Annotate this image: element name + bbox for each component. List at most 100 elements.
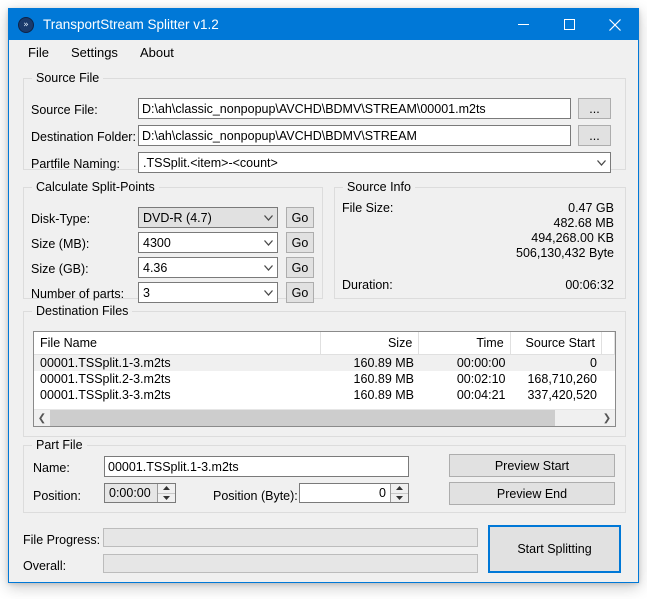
- size-mb-go-button[interactable]: Go: [286, 232, 314, 253]
- cell-file-name: 00001.TSSplit.3-3.m2ts: [40, 388, 171, 402]
- number-of-parts-value: 3: [143, 285, 150, 300]
- overall-progress-bar: [103, 554, 478, 573]
- table-row[interactable]: 00001.TSSplit.2-3.m2ts 160.89 MB 00:02:1…: [34, 371, 615, 387]
- cell-size: 160.89 MB: [353, 356, 415, 370]
- menu-item-file[interactable]: File: [17, 42, 60, 63]
- disk-type-combo[interactable]: DVD-R (4.7): [138, 207, 278, 228]
- scrollbar-thumb[interactable]: [50, 410, 556, 426]
- part-position-stepper[interactable]: 0:00:00: [104, 483, 176, 503]
- cell-file-name: 00001.TSSplit.2-3.m2ts: [40, 372, 171, 386]
- table-row[interactable]: 00001.TSSplit.1-3.m2ts 160.89 MB 00:00:0…: [34, 355, 615, 371]
- destination-folder-input[interactable]: D:\ah\classic_nonpopup\AVCHD\BDMV\STREAM: [138, 125, 571, 146]
- preview-start-button[interactable]: Preview Start: [449, 454, 615, 477]
- source-file-group-legend: Source File: [32, 71, 104, 85]
- cell-source-start: 0: [590, 356, 597, 370]
- file-size-value-kb: 494,268.00 KB: [531, 231, 614, 245]
- listview-horizontal-scrollbar[interactable]: ❮ ❯: [34, 409, 615, 426]
- column-header-file-name[interactable]: File Name: [34, 332, 322, 354]
- file-size-value-gb: 0.47 GB: [568, 201, 614, 215]
- destination-files-group-legend: Destination Files: [32, 304, 133, 318]
- number-of-parts-combo[interactable]: 3: [138, 282, 278, 303]
- cell-source-start: 168,710,260: [527, 372, 597, 386]
- cell-file-name: 00001.TSSplit.1-3.m2ts: [40, 356, 171, 370]
- column-header-time[interactable]: Time: [419, 332, 511, 354]
- disk-type-go-button[interactable]: Go: [286, 207, 314, 228]
- chevron-down-icon: [260, 239, 277, 246]
- client-area: Source File Source File: D:\ah\classic_n…: [9, 65, 638, 582]
- source-info-group-legend: Source Info: [343, 180, 415, 194]
- file-size-value-byte: 506,130,432 Byte: [516, 246, 614, 260]
- stepper-down-icon[interactable]: [391, 494, 408, 503]
- chevron-down-icon: [260, 214, 277, 221]
- cell-time: 00:00:00: [456, 356, 506, 370]
- minimize-button[interactable]: [500, 9, 546, 40]
- split-points-group-legend: Calculate Split-Points: [32, 180, 159, 194]
- application-window: » TransportStream Splitter v1.2 File Set…: [8, 8, 639, 583]
- duration-value: 00:06:32: [565, 278, 614, 292]
- destination-files-listview[interactable]: File Name Size Time Source Start 00001.T…: [33, 331, 616, 427]
- listview-header-row: File Name Size Time Source Start: [34, 332, 615, 355]
- cell-source-start: 337,420,520: [527, 388, 597, 402]
- start-splitting-button[interactable]: Start Splitting: [488, 525, 621, 573]
- stepper-up-icon[interactable]: [158, 484, 175, 494]
- menu-bar: File Settings About: [9, 40, 638, 65]
- chevron-down-icon: [593, 159, 610, 166]
- number-of-parts-label: Number of parts:: [31, 287, 125, 301]
- size-gb-combo[interactable]: 4.36: [138, 257, 278, 278]
- part-position-byte-value[interactable]: 0: [300, 484, 390, 502]
- size-mb-value: 4300: [143, 235, 171, 250]
- file-size-value-mb: 482.68 MB: [553, 216, 614, 230]
- overall-progress-label: Overall:: [23, 559, 67, 573]
- stepper-buttons[interactable]: [157, 484, 175, 502]
- part-name-input[interactable]: 00001.TSSplit.1-3.m2ts: [104, 456, 409, 477]
- part-name-label: Name:: [33, 461, 70, 475]
- size-gb-label: Size (GB):: [31, 262, 89, 276]
- file-progress-label: File Progress:: [23, 533, 101, 547]
- part-position-value[interactable]: 0:00:00: [105, 484, 157, 502]
- stepper-up-icon[interactable]: [391, 484, 408, 494]
- column-header-source-start[interactable]: Source Start: [511, 332, 603, 354]
- cell-filler: [603, 355, 615, 371]
- close-button[interactable]: [592, 9, 638, 40]
- disk-type-label: Disk-Type:: [31, 212, 91, 226]
- number-of-parts-go-button[interactable]: Go: [286, 282, 314, 303]
- partfile-naming-label: Partfile Naming:: [31, 157, 120, 171]
- part-file-group-legend: Part File: [32, 438, 87, 452]
- source-file-label: Source File:: [31, 103, 98, 117]
- file-progress-bar: [103, 528, 478, 547]
- column-header-filler: [602, 332, 615, 354]
- size-gb-go-button[interactable]: Go: [286, 257, 314, 278]
- file-size-label: File Size:: [342, 201, 394, 215]
- size-gb-value: 4.36: [143, 260, 168, 275]
- menu-item-settings[interactable]: Settings: [60, 42, 129, 63]
- cell-filler: [603, 387, 615, 403]
- source-file-input[interactable]: D:\ah\classic_nonpopup\AVCHD\BDMV\STREAM…: [138, 98, 571, 119]
- table-row[interactable]: 00001.TSSplit.3-3.m2ts 160.89 MB 00:04:2…: [34, 387, 615, 403]
- chevron-double-right-icon: »: [18, 16, 34, 33]
- stepper-down-icon[interactable]: [158, 494, 175, 503]
- part-position-byte-stepper[interactable]: 0: [299, 483, 409, 503]
- part-position-label: Position:: [33, 489, 81, 503]
- chevron-down-icon: [260, 264, 277, 271]
- maximize-button[interactable]: [546, 9, 592, 40]
- destination-folder-browse-button[interactable]: ...: [578, 125, 611, 146]
- cell-size: 160.89 MB: [353, 388, 415, 402]
- part-position-byte-label: Position (Byte):: [213, 489, 298, 503]
- scrollbar-track[interactable]: [50, 410, 599, 426]
- destination-folder-label: Destination Folder:: [31, 130, 136, 144]
- partfile-naming-combo[interactable]: .TSSplit.<item>-<count>: [138, 152, 611, 173]
- size-mb-label: Size (MB):: [31, 237, 90, 251]
- cell-time: 00:04:21: [456, 388, 506, 402]
- title-bar: » TransportStream Splitter v1.2: [9, 9, 638, 40]
- size-mb-combo[interactable]: 4300: [138, 232, 278, 253]
- cell-size: 160.89 MB: [353, 372, 415, 386]
- cell-filler: [603, 371, 615, 387]
- menu-item-about[interactable]: About: [129, 42, 185, 63]
- stepper-buttons[interactable]: [390, 484, 408, 502]
- preview-end-button[interactable]: Preview End: [449, 482, 615, 505]
- source-file-browse-button[interactable]: ...: [578, 98, 611, 119]
- chevron-left-icon[interactable]: ❮: [34, 410, 50, 426]
- window-title: TransportStream Splitter v1.2: [43, 17, 219, 32]
- chevron-right-icon[interactable]: ❯: [599, 410, 615, 426]
- column-header-size[interactable]: Size: [321, 332, 420, 354]
